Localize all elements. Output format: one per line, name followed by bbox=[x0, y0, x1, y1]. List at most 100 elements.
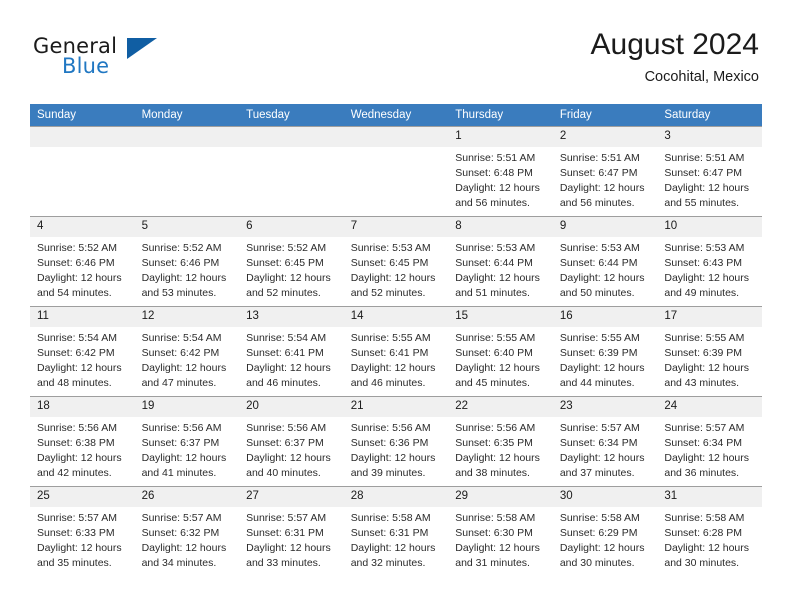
calendar-week-row: 18 Sunrise: 5:56 AM Sunset: 6:38 PM Dayligh… bbox=[30, 396, 762, 487]
calendar-day-cell[interactable]: 21 Sunrise: 5:56 AM Sunset: 6:36 PM Dayligh… bbox=[343, 396, 449, 487]
calendar-header-row: Sunday Monday Tuesday Wednesday Thursday Frid… bbox=[30, 104, 762, 127]
sunset-text: Sunset: 6:39 PM bbox=[664, 346, 743, 359]
page-header: General Blue August 2024 Cocohital, Mexi… bbox=[0, 0, 792, 100]
sunrise-text: Sunrise: 5:52 AM bbox=[141, 242, 222, 254]
sunrise-text: Sunrise: 5:56 AM bbox=[246, 422, 327, 434]
day-details: Sunrise: 5:56 AM Sunset: 6:35 PM Daylight:… bbox=[448, 417, 553, 481]
sunset-text: Sunset: 6:34 PM bbox=[559, 436, 638, 449]
daylight-text: Daylight: 12 hours and 52 minutes. bbox=[246, 271, 331, 299]
day-number: 25 bbox=[30, 487, 135, 507]
day-details: Sunrise: 5:55 AM Sunset: 6:39 PM Daylight:… bbox=[553, 327, 658, 391]
sunset-text: Sunset: 6:41 PM bbox=[246, 346, 324, 359]
calendar-day-cell[interactable]: 2 Sunrise: 5:51 AM Sunset: 6:47 PM Daylight… bbox=[552, 126, 658, 217]
calendar-week-row: 11 Sunrise: 5:54 AM Sunset: 6:42 PM Dayligh… bbox=[30, 306, 762, 397]
sunrise-text: Sunrise: 5:58 AM bbox=[350, 512, 431, 524]
sunrise-text: Sunrise: 5:55 AM bbox=[559, 332, 640, 344]
calendar-day-cell[interactable]: 12 Sunrise: 5:54 AM Sunset: 6:42 PM Dayligh… bbox=[134, 306, 240, 397]
sunrise-text: Sunrise: 5:57 AM bbox=[141, 512, 222, 524]
calendar-day-cell[interactable]: 18 Sunrise: 5:56 AM Sunset: 6:38 PM Dayligh… bbox=[30, 396, 135, 487]
sunset-text: Sunset: 6:31 PM bbox=[246, 526, 324, 539]
calendar-day-cell-empty bbox=[30, 126, 135, 217]
sunrise-text: Sunrise: 5:56 AM bbox=[141, 422, 222, 434]
sunrise-text: Sunrise: 5:58 AM bbox=[559, 512, 640, 524]
sunrise-text: Sunrise: 5:58 AM bbox=[664, 512, 745, 524]
day-cell-inner: 20 Sunrise: 5:56 AM Sunset: 6:37 PM Dayligh… bbox=[239, 397, 344, 486]
day-details: Sunrise: 5:53 AM Sunset: 6:44 PM Daylight:… bbox=[448, 237, 553, 301]
calendar-day-cell[interactable]: 16 Sunrise: 5:55 AM Sunset: 6:39 PM Dayligh… bbox=[552, 306, 658, 397]
sunset-text: Sunset: 6:35 PM bbox=[455, 436, 533, 449]
calendar-day-cell[interactable]: 22 Sunrise: 5:56 AM Sunset: 6:35 PM Dayligh… bbox=[448, 396, 553, 487]
day-details: Sunrise: 5:57 AM Sunset: 6:34 PM Daylight:… bbox=[657, 417, 762, 481]
day-details: Sunrise: 5:57 AM Sunset: 6:31 PM Daylight:… bbox=[239, 507, 344, 571]
brand-logo[interactable]: General Blue bbox=[33, 36, 173, 86]
calendar-day-cell[interactable]: 30 Sunrise: 5:58 AM Sunset: 6:29 PM Dayligh… bbox=[552, 486, 658, 576]
daylight-text: Daylight: 12 hours and 50 minutes. bbox=[559, 271, 645, 299]
daylight-text: Daylight: 12 hours and 49 minutes. bbox=[664, 271, 750, 299]
daylight-text: Daylight: 12 hours and 51 minutes. bbox=[455, 271, 540, 299]
day-cell-inner: 29 Sunrise: 5:58 AM Sunset: 6:30 PM Dayligh… bbox=[448, 487, 553, 576]
day-cell-inner: 4 Sunrise: 5:52 AM Sunset: 6:46 PM Daylight… bbox=[30, 217, 135, 306]
calendar-day-cell[interactable]: 10 Sunrise: 5:53 AM Sunset: 6:43 PM Dayligh… bbox=[657, 216, 762, 307]
sunrise-text: Sunrise: 5:56 AM bbox=[350, 422, 431, 434]
day-details: Sunrise: 5:58 AM Sunset: 6:30 PM Daylight:… bbox=[448, 507, 553, 571]
calendar-day-cell[interactable]: 20 Sunrise: 5:56 AM Sunset: 6:37 PM Dayligh… bbox=[239, 396, 344, 487]
calendar-day-cell[interactable]: 4 Sunrise: 5:52 AM Sunset: 6:46 PM Daylight… bbox=[30, 216, 135, 307]
calendar-week-row: 25 Sunrise: 5:57 AM Sunset: 6:33 PM Dayligh… bbox=[30, 486, 762, 576]
calendar-day-cell[interactable]: 26 Sunrise: 5:57 AM Sunset: 6:32 PM Dayligh… bbox=[134, 486, 240, 576]
title-block: August 2024 Cocohital, Mexico bbox=[591, 28, 759, 86]
day-number: 17 bbox=[657, 307, 762, 327]
calendar-day-cell[interactable]: 13 Sunrise: 5:54 AM Sunset: 6:41 PM Dayligh… bbox=[239, 306, 344, 397]
day-number: 15 bbox=[448, 307, 553, 327]
day-cell-inner: 1 Sunrise: 5:51 AM Sunset: 6:48 PM Daylight… bbox=[448, 127, 553, 216]
calendar-day-cell[interactable]: 25 Sunrise: 5:57 AM Sunset: 6:33 PM Dayligh… bbox=[30, 486, 135, 576]
day-details: Sunrise: 5:58 AM Sunset: 6:28 PM Daylight:… bbox=[657, 507, 762, 571]
daylight-text: Daylight: 12 hours and 40 minutes. bbox=[246, 451, 331, 479]
day-details: Sunrise: 5:53 AM Sunset: 6:44 PM Daylight:… bbox=[553, 237, 658, 301]
daylight-text: Daylight: 12 hours and 46 minutes. bbox=[246, 361, 331, 389]
calendar-day-cell[interactable]: 1 Sunrise: 5:51 AM Sunset: 6:48 PM Daylight… bbox=[448, 126, 553, 217]
day-details: Sunrise: 5:57 AM Sunset: 6:32 PM Daylight:… bbox=[135, 507, 240, 571]
day-number: 22 bbox=[448, 397, 553, 417]
day-number: 5 bbox=[134, 217, 240, 237]
calendar-day-cell[interactable]: 24 Sunrise: 5:57 AM Sunset: 6:34 PM Dayligh… bbox=[657, 396, 762, 487]
calendar-day-cell[interactable]: 6 Sunrise: 5:52 AM Sunset: 6:45 PM Daylight… bbox=[239, 216, 344, 307]
daylight-text: Daylight: 12 hours and 36 minutes. bbox=[664, 451, 750, 479]
calendar-day-cell[interactable]: 3 Sunrise: 5:51 AM Sunset: 6:47 PM Daylight… bbox=[657, 126, 762, 217]
day-cell-inner: 26 Sunrise: 5:57 AM Sunset: 6:32 PM Dayligh… bbox=[134, 487, 240, 576]
calendar-header-sunday: Sunday bbox=[30, 104, 135, 127]
sunset-text: Sunset: 6:47 PM bbox=[559, 166, 638, 179]
sunrise-text: Sunrise: 5:53 AM bbox=[350, 242, 431, 254]
calendar-day-cell[interactable]: 14 Sunrise: 5:55 AM Sunset: 6:41 PM Dayligh… bbox=[343, 306, 449, 397]
calendar-day-cell[interactable]: 29 Sunrise: 5:58 AM Sunset: 6:30 PM Dayligh… bbox=[448, 486, 553, 576]
calendar-day-cell[interactable]: 23 Sunrise: 5:57 AM Sunset: 6:34 PM Dayligh… bbox=[552, 396, 658, 487]
day-number: 19 bbox=[134, 397, 240, 417]
daylight-text: Daylight: 12 hours and 48 minutes. bbox=[37, 361, 122, 389]
daylight-text: Daylight: 12 hours and 37 minutes. bbox=[559, 451, 645, 479]
day-number: 11 bbox=[30, 307, 135, 327]
sunrise-text: Sunrise: 5:55 AM bbox=[350, 332, 431, 344]
calendar-day-cell[interactable]: 15 Sunrise: 5:55 AM Sunset: 6:40 PM Dayligh… bbox=[448, 306, 553, 397]
calendar-day-cell[interactable]: 11 Sunrise: 5:54 AM Sunset: 6:42 PM Dayligh… bbox=[30, 306, 135, 397]
calendar-day-cell[interactable]: 28 Sunrise: 5:58 AM Sunset: 6:31 PM Dayligh… bbox=[343, 486, 449, 576]
day-number: 26 bbox=[134, 487, 240, 507]
calendar-day-cell[interactable]: 19 Sunrise: 5:56 AM Sunset: 6:37 PM Dayligh… bbox=[134, 396, 240, 487]
sunset-text: Sunset: 6:45 PM bbox=[350, 256, 429, 269]
day-cell-inner bbox=[343, 127, 449, 216]
day-number: 28 bbox=[343, 487, 449, 507]
calendar-day-cell[interactable]: 5 Sunrise: 5:52 AM Sunset: 6:46 PM Daylight… bbox=[134, 216, 240, 307]
calendar-day-cell[interactable]: 7 Sunrise: 5:53 AM Sunset: 6:45 PM Daylight… bbox=[343, 216, 449, 307]
day-number: 3 bbox=[657, 127, 762, 147]
calendar-day-cell[interactable]: 17 Sunrise: 5:55 AM Sunset: 6:39 PM Dayligh… bbox=[657, 306, 762, 397]
calendar-day-cell[interactable]: 8 Sunrise: 5:53 AM Sunset: 6:44 PM Daylight… bbox=[448, 216, 553, 307]
day-number bbox=[134, 127, 240, 147]
calendar-day-cell-empty bbox=[239, 126, 344, 217]
sunrise-text: Sunrise: 5:57 AM bbox=[37, 512, 117, 524]
calendar-day-cell[interactable]: 9 Sunrise: 5:53 AM Sunset: 6:44 PM Daylight… bbox=[552, 216, 658, 307]
calendar-day-cell[interactable]: 31 Sunrise: 5:58 AM Sunset: 6:28 PM Dayligh… bbox=[657, 486, 762, 576]
sunset-text: Sunset: 6:42 PM bbox=[141, 346, 220, 359]
sunrise-text: Sunrise: 5:56 AM bbox=[37, 422, 117, 434]
daylight-text: Daylight: 12 hours and 35 minutes. bbox=[37, 541, 122, 569]
calendar-day-cell[interactable]: 27 Sunrise: 5:57 AM Sunset: 6:31 PM Dayligh… bbox=[239, 486, 344, 576]
day-number: 7 bbox=[343, 217, 449, 237]
day-number: 8 bbox=[448, 217, 553, 237]
